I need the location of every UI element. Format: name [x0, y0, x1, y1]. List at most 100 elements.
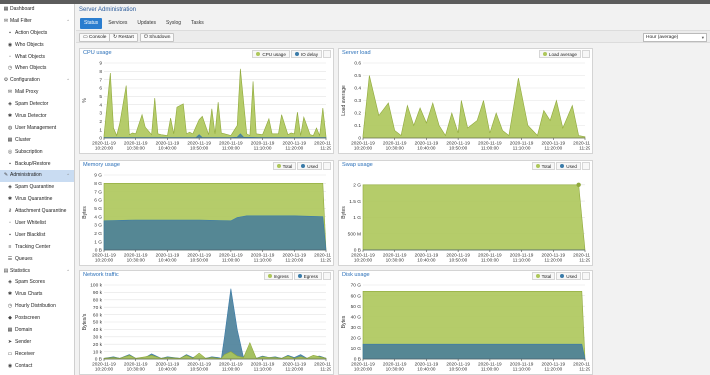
- sidebar-item-virus-detector[interactable]: ✱ Virus Detector: [0, 111, 74, 123]
- sidebar-item-cluster[interactable]: ▦ Cluster: [0, 135, 74, 147]
- building-icon: ▦: [7, 327, 13, 334]
- legend-item-used[interactable]: Used: [556, 162, 581, 170]
- sidebar-item-what-objects[interactable]: ▫ What Objects: [0, 52, 74, 64]
- panel-tool-icon[interactable]: [582, 272, 590, 280]
- sidebar-item-spam-detector[interactable]: ◈ Spam Detector: [0, 99, 74, 111]
- x-tick-label: 10:20:00: [354, 367, 373, 372]
- legend-item-total[interactable]: Total: [531, 272, 556, 280]
- y-tick-label: 0.3: [354, 98, 361, 104]
- panel-tool-icon[interactable]: [323, 162, 331, 170]
- chevron-up-icon[interactable]: ⌃: [66, 266, 70, 278]
- legend-label: IO delay: [300, 52, 318, 57]
- legend-label: Total: [541, 274, 552, 279]
- swap-usage-panel: Swap usage Total Used 0 B 500 M1 G 1.5 G2 G By…: [338, 160, 593, 266]
- tab-syslog[interactable]: Syslog: [162, 18, 185, 29]
- sidebar-item-mail-proxy[interactable]: ✉ Mail Proxy: [0, 87, 74, 99]
- sidebar-item-user-blacklist[interactable]: ▪ User Blacklist: [0, 230, 74, 242]
- x-tick-label: 11:00:00: [222, 367, 240, 372]
- sidebar-item-configuration[interactable]: ⚙ Configuration ⌃: [0, 75, 74, 87]
- timeframe-select[interactable]: Hour (average) ▾: [643, 33, 707, 42]
- sidebar-item-subscription[interactable]: ◎ Subscription: [0, 147, 74, 159]
- sidebar-item-user-whitelist[interactable]: ▫ User Whitelist: [0, 218, 74, 230]
- chevron-up-icon[interactable]: ⌃: [66, 170, 70, 182]
- sidebar-item-who-objects[interactable]: ◉ Who Objects: [0, 40, 74, 52]
- sidebar-item-virus-charts[interactable]: ✱ Virus Charts: [0, 289, 74, 301]
- legend-item-ingress[interactable]: Ingress: [263, 272, 293, 280]
- y-tick-label: 7: [99, 77, 102, 83]
- sidebar-item-virus-quarantine[interactable]: ✱ Virus Quarantine: [0, 194, 74, 206]
- y-tick-label: 0.6: [354, 61, 361, 67]
- sidebar-item-domain[interactable]: ▦ Domain: [0, 325, 74, 337]
- y-tick-label: 1: [99, 127, 102, 133]
- legend-item-total[interactable]: Total: [272, 162, 297, 170]
- x-tick-label: 10:30:00: [386, 146, 405, 151]
- sidebar-item-when-objects[interactable]: ◷ When Objects: [0, 63, 74, 75]
- chevron-up-icon[interactable]: ⌃: [66, 75, 70, 87]
- sidebar-item-hourly-distribution[interactable]: ◷ Hourly Distribution: [0, 301, 74, 313]
- sidebar-item-receiver[interactable]: ▭ Receiver: [0, 349, 74, 361]
- legend-item-used[interactable]: Used: [297, 162, 322, 170]
- chevron-up-icon[interactable]: ⌃: [66, 16, 70, 28]
- sidebar-item-attachment-quarantine[interactable]: ∂ Attachment Quarantine: [0, 206, 74, 218]
- legend-dot-icon: [294, 52, 299, 56]
- sidebar-item-action-objects[interactable]: ▪ Action Objects: [0, 28, 74, 40]
- restart-button[interactable]: ↻ Restart: [109, 33, 138, 42]
- legend-dot-icon: [560, 274, 565, 278]
- sidebar-item-dashboard[interactable]: ▦ Dashboard: [0, 4, 74, 16]
- y-tick-label: 60 G: [351, 293, 362, 299]
- tab-status[interactable]: Status: [80, 18, 103, 29]
- x-tick-label: 11:00:00: [481, 367, 499, 372]
- sidebar-item-label: Queues: [15, 255, 33, 262]
- console-button[interactable]: ▭ Console: [79, 33, 111, 42]
- legend-label: Total: [282, 164, 293, 169]
- memory-chart-title: Memory usage: [83, 162, 120, 168]
- sidebar-item-spam-quarantine[interactable]: ◈ Spam Quarantine: [0, 182, 74, 194]
- legend-item-load-average[interactable]: Load average: [538, 50, 581, 58]
- tab-services[interactable]: Services: [104, 18, 131, 29]
- sidebar-item-user-management[interactable]: ◍ User Management: [0, 123, 74, 135]
- legend-item-io-delay[interactable]: IO delay: [290, 50, 322, 58]
- panel-tool-icon[interactable]: [582, 50, 590, 58]
- sidebar-item-contact[interactable]: ◉ Contact: [0, 361, 74, 373]
- shutdown-button[interactable]: ⏻ Shutdown: [140, 33, 175, 42]
- bullhorn-icon: ◈: [8, 101, 12, 108]
- sidebar-item-backup-restore[interactable]: ▪ Backup/Restore: [0, 159, 74, 171]
- panel-tool-icon[interactable]: [323, 50, 331, 58]
- legend-item-used[interactable]: Used: [556, 272, 581, 280]
- tab-bar: Status Services Updates Syslog Tasks: [80, 18, 208, 29]
- sidebar-item-spam-scores[interactable]: ◈ Spam Scores: [0, 277, 74, 289]
- sidebar-item-administration[interactable]: ✎ Administration ⌃: [0, 170, 74, 183]
- x-tick-label: 11:20:00: [285, 258, 303, 263]
- swap-point-marker[interactable]: [576, 182, 581, 187]
- y-tick-label: 6 G: [94, 198, 102, 204]
- legend-item-egress[interactable]: Egress: [293, 272, 322, 280]
- sidebar-item-statistics[interactable]: ▤ Statistics ⌃: [0, 266, 74, 278]
- sidebar-item-label: Dashboard: [10, 6, 35, 12]
- cpu-series-cpu-usage: [103, 68, 327, 139]
- y-tick-label: 0.4: [354, 86, 361, 92]
- sidebar-item-label: User Blacklist: [15, 231, 46, 238]
- legend-item-total[interactable]: Total: [531, 162, 556, 170]
- tab-tasks[interactable]: Tasks: [187, 18, 208, 29]
- y-axis-label: Bytes/s: [82, 313, 88, 330]
- sidebar-item-queues[interactable]: ☰ Queues: [0, 254, 74, 266]
- sidebar-item-label: Postscreen: [15, 315, 41, 322]
- support-icon: ◎: [7, 148, 13, 155]
- file-icon: ▫: [9, 53, 11, 60]
- panel-tool-icon[interactable]: [582, 162, 590, 170]
- sidebar-item-mail-filter[interactable]: ✉ Mail Filter ⌃: [0, 16, 74, 28]
- inbox-icon: ▭: [7, 350, 13, 357]
- sidebar-item-postscreen[interactable]: ◆ Postscreen: [0, 313, 74, 325]
- y-axis-label: Load average: [341, 85, 347, 116]
- y-tick-label: 70 k: [93, 305, 103, 311]
- panel-tool-icon[interactable]: [323, 272, 331, 280]
- x-tick-label: 10:50:00: [449, 146, 468, 151]
- x-tick-label: 10:30:00: [127, 258, 146, 263]
- legend-item-cpu-usage[interactable]: CPU usage: [252, 50, 290, 58]
- cpu-chart: 0123456789%2020-11-1910:20:002020-11-191…: [82, 61, 331, 151]
- sidebar-item-sender[interactable]: ➤ Sender: [0, 337, 74, 349]
- wrench-icon: ✎: [3, 172, 9, 179]
- sidebar-item-tracking-center[interactable]: ≡ Tracking Center: [0, 242, 74, 254]
- tab-updates[interactable]: Updates: [133, 18, 160, 29]
- x-tick-label: 10:40:00: [417, 367, 436, 372]
